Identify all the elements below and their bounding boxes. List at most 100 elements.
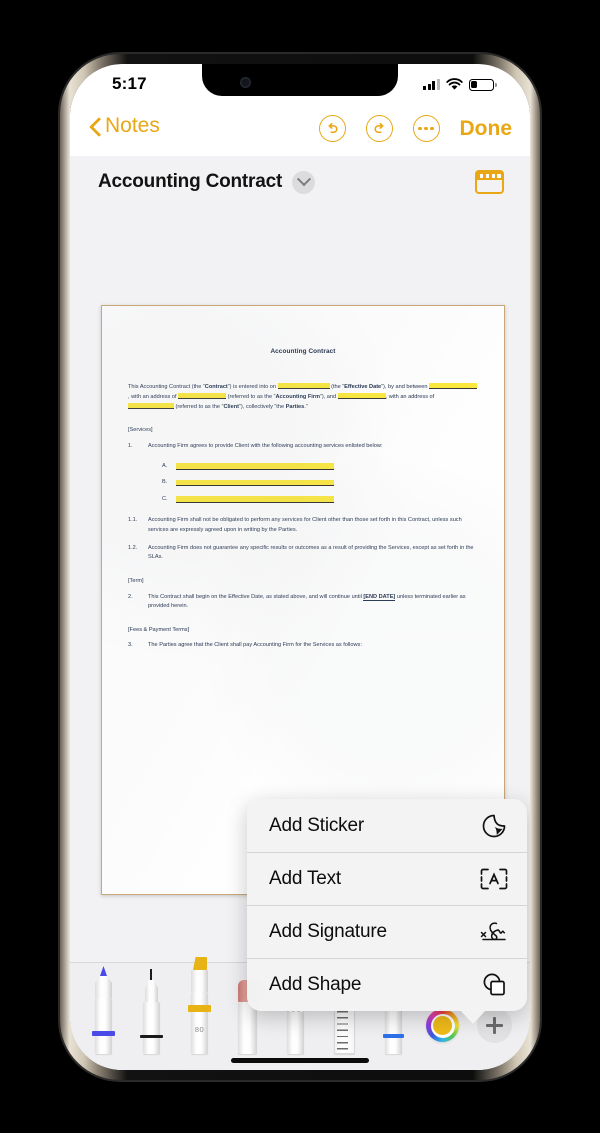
device-screen: 5:17 Notes Done Accounting Contract Acco… bbox=[70, 64, 530, 1070]
popup-tail-arrow bbox=[460, 1010, 486, 1024]
menu-item-label: Add Sticker bbox=[269, 814, 364, 836]
status-indicators bbox=[423, 78, 497, 91]
document-header: Accounting Contract bbox=[70, 156, 530, 208]
pen-tool[interactable] bbox=[88, 966, 118, 1054]
clause-1-1-text: Accounting Firm shall not be obligated t… bbox=[148, 517, 462, 534]
service-blank-c[interactable] bbox=[176, 496, 334, 503]
page-thumbnails-icon[interactable] bbox=[475, 170, 504, 194]
blank-field-firm-address[interactable] bbox=[178, 392, 227, 399]
clause-3-text: The Parties agree that the Client shall … bbox=[148, 642, 362, 649]
clause-1-2-number: 1.2. bbox=[128, 544, 138, 551]
service-item-letter-b: B. bbox=[162, 479, 168, 486]
highlighter-tool[interactable]: 80 bbox=[184, 957, 214, 1054]
navigation-bar: Notes Done bbox=[70, 108, 530, 156]
display-notch bbox=[202, 64, 398, 96]
clause-3-number: 3. bbox=[128, 642, 133, 649]
highlighter-size-label: 80 bbox=[194, 1025, 205, 1034]
list-item[interactable]: A. bbox=[162, 462, 478, 472]
undo-button[interactable] bbox=[318, 115, 346, 142]
intro-seg-1: This Accounting Contract (the “ bbox=[128, 384, 205, 391]
list-item[interactable]: C. bbox=[162, 495, 478, 505]
clause-1-2-text: Accounting Firm does not guarantee any s… bbox=[148, 544, 474, 561]
section-tag-term: [Term] bbox=[128, 577, 144, 584]
selected-color-swatch bbox=[433, 1016, 452, 1035]
menu-item-label: Add Shape bbox=[269, 973, 362, 995]
clause-1: 1. Accounting Firm agrees to provide Cli… bbox=[128, 442, 478, 452]
page-title: Accounting Contract bbox=[98, 171, 283, 192]
signature-icon bbox=[479, 917, 509, 947]
intro-seg-5: , with an address of bbox=[128, 394, 179, 400]
service-item-letter-c: C. bbox=[162, 495, 168, 502]
service-items-list: A. B. C. bbox=[162, 462, 478, 505]
service-item-letter-a: A. bbox=[162, 462, 168, 469]
document-canvas[interactable]: Accounting Contract This Accounting Cont… bbox=[70, 208, 530, 1070]
clause-2-number: 2. bbox=[128, 593, 133, 600]
blank-field-client-address[interactable] bbox=[128, 402, 174, 409]
menu-item-add-text[interactable]: Add Text bbox=[247, 852, 527, 905]
color-wheel[interactable] bbox=[426, 1009, 459, 1042]
intro-bold-contract: Contract bbox=[204, 384, 228, 391]
more-options-button[interactable] bbox=[412, 115, 440, 142]
redo-icon bbox=[374, 122, 384, 133]
list-item[interactable]: B. bbox=[162, 478, 478, 488]
service-blank-b[interactable] bbox=[176, 479, 334, 487]
redo-button[interactable] bbox=[365, 115, 393, 142]
section-tag-fees: [Fees & Payment Terms] bbox=[128, 626, 190, 633]
status-time: 5:17 bbox=[112, 74, 147, 93]
intro-seg-8: , with an address of bbox=[385, 394, 435, 400]
fine-marker-tool[interactable] bbox=[136, 969, 166, 1054]
back-to-notes-button[interactable]: Notes bbox=[90, 114, 160, 138]
clause-1-2: 1.2. Accounting Firm does not guarantee … bbox=[128, 544, 478, 563]
chevron-left-icon bbox=[90, 117, 101, 135]
clause-1-text: Accounting Firm agrees to provide Client… bbox=[148, 443, 383, 450]
home-indicator[interactable] bbox=[231, 1058, 369, 1063]
navigation-actions: Done bbox=[318, 115, 513, 142]
menu-item-add-signature[interactable]: Add Signature bbox=[247, 905, 527, 958]
clause-3: 3. The Parties agree that the Client sha… bbox=[128, 641, 478, 651]
menu-item-label: Add Signature bbox=[269, 920, 387, 942]
signal-bars-icon bbox=[423, 79, 440, 90]
wifi-icon bbox=[446, 78, 463, 90]
blank-field-client-name[interactable] bbox=[337, 392, 386, 399]
back-button-label: Notes bbox=[105, 114, 160, 137]
intro-seg-4: ”), by and between bbox=[381, 384, 430, 391]
intro-bold-accounting-firm: Accounting Firm bbox=[275, 394, 320, 400]
intro-seg-2: ”) is entered into on bbox=[227, 384, 278, 391]
shapes-icon bbox=[479, 970, 509, 1000]
ellipsis-icon bbox=[418, 126, 434, 131]
clause-2-text: This Contract shall begin on the Effecti… bbox=[148, 593, 478, 612]
intro-bold-effective-date: Effective Date bbox=[344, 384, 382, 391]
intro-seg-11: .” bbox=[304, 403, 308, 410]
menu-item-add-shape[interactable]: Add Shape bbox=[247, 958, 527, 1011]
clause-2: 2. This Contract shall begin on the Effe… bbox=[128, 593, 478, 612]
clause-1-1-number: 1.1. bbox=[128, 517, 138, 524]
menu-item-add-sticker[interactable]: Add Sticker bbox=[247, 799, 527, 852]
clause-2-text-a: This Contract shall begin on the Effecti… bbox=[148, 593, 364, 600]
front-camera-icon bbox=[240, 77, 251, 88]
section-tag-services: [Services] bbox=[128, 427, 153, 434]
intro-seg-9: (referred to as the “ bbox=[174, 403, 224, 410]
clause-1-number: 1. bbox=[128, 443, 133, 450]
document-intro-paragraph: This Accounting Contract (the “Contract”… bbox=[128, 383, 478, 412]
done-button[interactable]: Done bbox=[460, 117, 513, 141]
sticker-icon bbox=[479, 811, 509, 841]
chevron-down-icon[interactable] bbox=[292, 170, 316, 194]
text-box-icon bbox=[479, 864, 509, 894]
clause-2-end-date[interactable]: [END DATE] bbox=[363, 593, 396, 601]
intro-bold-parties: Parties bbox=[285, 403, 305, 410]
iphone-frame: 5:17 Notes Done Accounting Contract Acco… bbox=[58, 52, 542, 1082]
intro-seg-7: ”), and bbox=[319, 394, 338, 400]
menu-item-label: Add Text bbox=[269, 867, 341, 889]
blank-field-firm-name[interactable] bbox=[429, 383, 478, 390]
intro-seg-3: (the “ bbox=[329, 384, 345, 391]
service-blank-a[interactable] bbox=[176, 463, 334, 470]
undo-icon bbox=[327, 122, 337, 133]
phone-bezel: 5:17 Notes Done Accounting Contract Acco… bbox=[70, 64, 530, 1070]
intro-seg-6: (referred to as the “ bbox=[227, 394, 276, 400]
battery-icon bbox=[469, 78, 497, 91]
screenshot-stage: 5:17 Notes Done Accounting Contract Acco… bbox=[0, 0, 600, 1133]
blank-field-date[interactable] bbox=[277, 383, 330, 390]
add-markup-popup-menu: Add Sticker Add Text Add Signature Add S… bbox=[247, 799, 527, 1024]
intro-seg-10: ”), collectively “the bbox=[238, 403, 286, 410]
intro-bold-client: Client bbox=[223, 403, 239, 410]
